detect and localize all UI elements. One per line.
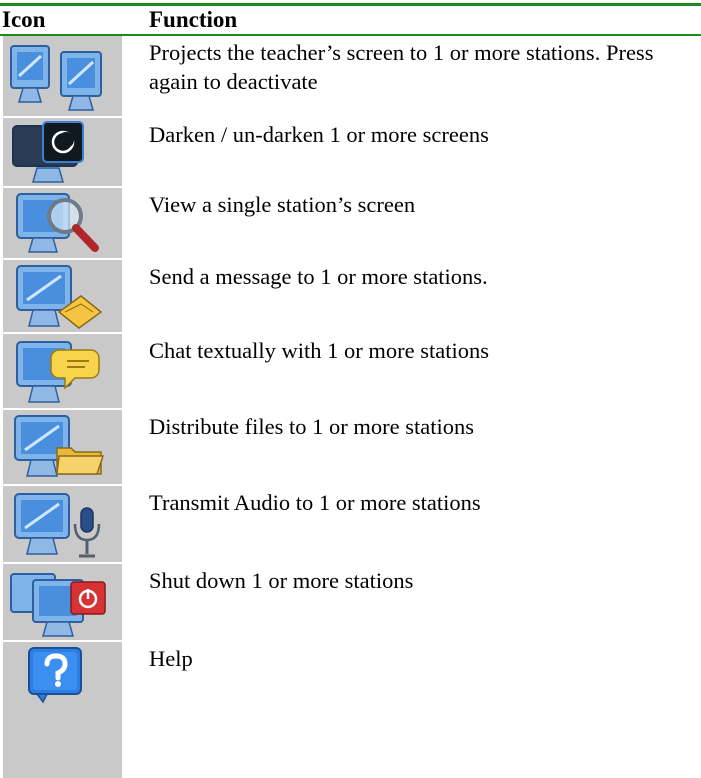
distribute-files-icon[interactable] [3,410,122,484]
table-row: Darken / un-darken 1 or more screens [0,118,701,188]
chat-icon[interactable] [3,334,122,408]
table-row: Help [0,642,701,778]
table-row: Shut down 1 or more stations [0,564,701,642]
send-message-icon[interactable] [3,260,122,332]
transmit-audio-icon[interactable] [3,486,122,562]
row-description: Distribute files to 1 or more stations [149,414,474,439]
darken-screen-icon[interactable] [3,118,122,186]
row-description: Help [149,646,193,671]
table-row: Transmit Audio to 1 or more stations [0,486,701,564]
header-icon: Icon [2,7,46,32]
row-description: Send a message to 1 or more stations. [149,264,488,289]
row-description: View a single station’s screen [149,192,416,217]
header-function: Function [149,7,238,32]
row-description: Shut down 1 or more stations [149,568,414,593]
shutdown-icon[interactable] [3,564,122,640]
table-row: View a single station’s screen [0,188,701,260]
project-screen-icon[interactable] [3,36,122,116]
help-icon[interactable] [3,642,122,778]
table-row: Chat textually with 1 or more stations [0,334,701,410]
row-description: Transmit Audio to 1 or more stations [149,490,481,515]
view-screen-icon[interactable] [3,188,122,258]
table-row: Distribute files to 1 or more stations [0,410,701,486]
row-description: Darken / un-darken 1 or more screens [149,122,489,147]
row-description: Chat textually with 1 or more stations [149,338,489,363]
top-rule [0,3,701,6]
table-row: Projects the teacher’s screen to 1 or mo… [0,36,701,118]
table-row: Send a message to 1 or more stations. [0,260,701,334]
row-description: Projects the teacher’s screen to 1 or mo… [149,40,654,94]
